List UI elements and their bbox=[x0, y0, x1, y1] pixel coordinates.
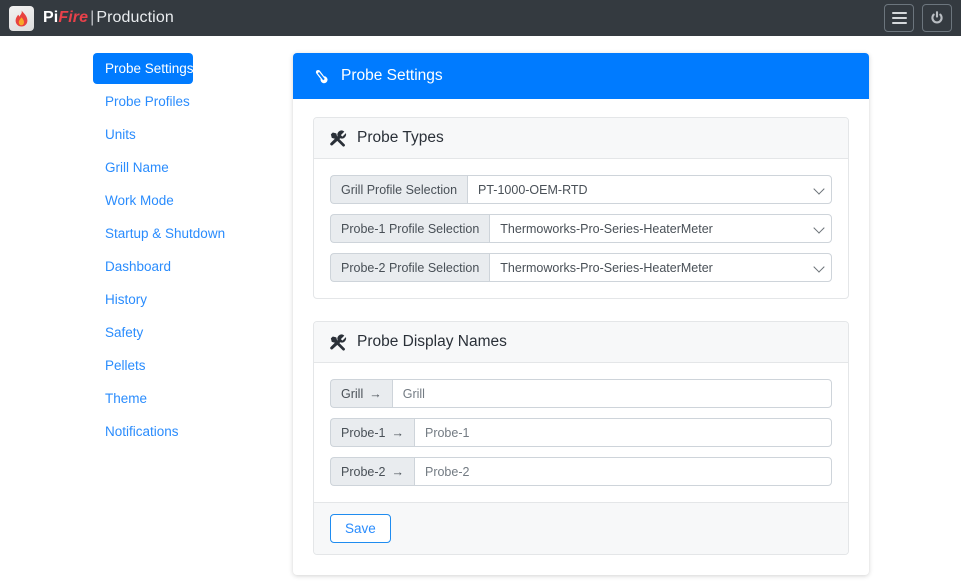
chevron-down-icon bbox=[813, 182, 825, 195]
sidebar-item-startup-shutdown[interactable]: Startup & Shutdown bbox=[93, 218, 225, 249]
probe1-profile-value: Thermoworks-Pro-Series-HeaterMeter bbox=[500, 221, 713, 236]
grill-name-input[interactable]: Grill bbox=[391, 379, 832, 408]
sidebar-item-work-mode[interactable]: Work Mode bbox=[93, 185, 193, 216]
sidebar-item-probe-settings[interactable]: Probe Settings bbox=[93, 53, 194, 84]
grill-name-label-text: Grill bbox=[341, 386, 364, 401]
grill-profile-value: PT-1000-OEM-RTD bbox=[478, 182, 588, 197]
probe-types-header: Probe Types bbox=[314, 118, 848, 159]
brand-pi-text: Pi bbox=[43, 9, 59, 26]
probe-display-names-body: Grill → Grill Probe-1 → Probe-1 Probe-2 … bbox=[314, 363, 848, 502]
brand[interactable]: PiFire | Production bbox=[9, 5, 884, 31]
sidebar-item-notifications[interactable]: Notifications bbox=[93, 416, 193, 447]
probe-display-names-header: Probe Display Names bbox=[314, 322, 848, 363]
brand-fire-text: Fire bbox=[58, 9, 89, 26]
probe1-profile-select[interactable]: Thermoworks-Pro-Series-HeaterMeter bbox=[489, 214, 832, 243]
probe2-profile-label: Probe-2 Profile Selection bbox=[330, 253, 490, 282]
grill-profile-label: Grill Profile Selection bbox=[330, 175, 468, 204]
probe2-profile-row: Probe-2 Profile Selection Thermoworks-Pr… bbox=[330, 253, 832, 282]
sidebar: Probe Settings Probe Profiles Units Gril… bbox=[0, 53, 225, 575]
probe2-profile-value: Thermoworks-Pro-Series-HeaterMeter bbox=[500, 260, 713, 275]
power-icon bbox=[930, 10, 944, 26]
save-button[interactable]: Save bbox=[330, 514, 391, 543]
grill-name-label: Grill → bbox=[330, 379, 392, 408]
card-body: Probe Types Grill Profile Selection PT-1… bbox=[293, 99, 869, 575]
sidebar-nav-list: Probe Settings Probe Profiles Units Gril… bbox=[93, 53, 225, 447]
page-title: Probe Settings bbox=[341, 67, 443, 84]
sidebar-item-safety[interactable]: Safety bbox=[93, 317, 193, 348]
arrow-right-icon: → bbox=[369, 386, 382, 401]
probe2-name-row: Probe-2 → Probe-2 bbox=[330, 457, 832, 486]
chevron-down-icon bbox=[813, 221, 825, 234]
page-body: Probe Settings Probe Profiles Units Gril… bbox=[0, 36, 961, 575]
sidebar-item-history[interactable]: History bbox=[93, 284, 193, 315]
sidebar-item-pellets[interactable]: Pellets bbox=[93, 350, 193, 381]
thermometer-icon bbox=[313, 68, 330, 85]
probe-display-names-section: Probe Display Names Grill → Grill Probe-… bbox=[313, 321, 849, 555]
hamburger-icon bbox=[891, 9, 907, 27]
main-content: Probe Settings Probe Types Grill Profile… bbox=[193, 53, 961, 575]
probe-settings-card: Probe Settings Probe Types Grill Profile… bbox=[293, 53, 869, 575]
probe1-profile-label: Probe-1 Profile Selection bbox=[330, 214, 490, 243]
probe-display-names-title: Probe Display Names bbox=[357, 333, 507, 350]
sidebar-item-theme[interactable]: Theme bbox=[93, 383, 193, 414]
flame-icon bbox=[9, 5, 34, 31]
brand-text: PiFire | Production bbox=[43, 9, 174, 27]
probe2-profile-select[interactable]: Thermoworks-Pro-Series-HeaterMeter bbox=[489, 253, 832, 282]
card-header: Probe Settings bbox=[293, 53, 869, 99]
probe1-profile-row: Probe-1 Profile Selection Thermoworks-Pr… bbox=[330, 214, 832, 243]
grill-name-row: Grill → Grill bbox=[330, 379, 832, 408]
top-navbar: PiFire | Production bbox=[0, 0, 961, 36]
grill-profile-select[interactable]: PT-1000-OEM-RTD bbox=[467, 175, 832, 204]
probe1-name-label-text: Probe-1 bbox=[341, 425, 386, 440]
sidebar-item-grill-name[interactable]: Grill Name bbox=[93, 152, 193, 183]
probe-display-names-footer: Save bbox=[314, 502, 848, 554]
grill-profile-row: Grill Profile Selection PT-1000-OEM-RTD bbox=[330, 175, 832, 204]
probe1-name-row: Probe-1 → Probe-1 bbox=[330, 418, 832, 447]
probe-types-body: Grill Profile Selection PT-1000-OEM-RTD … bbox=[314, 159, 848, 298]
navbar-actions bbox=[884, 4, 952, 32]
probe1-name-input[interactable]: Probe-1 bbox=[413, 418, 832, 447]
probe2-name-label-text: Probe-2 bbox=[341, 464, 386, 479]
probe1-name-label: Probe-1 → bbox=[330, 418, 414, 447]
tools-icon bbox=[330, 333, 347, 351]
brand-environment: Production bbox=[96, 9, 174, 26]
probe1-name-value: Probe-1 bbox=[424, 425, 470, 440]
probe2-name-input[interactable]: Probe-2 bbox=[413, 457, 832, 486]
probe-types-title: Probe Types bbox=[357, 129, 444, 146]
arrow-right-icon: → bbox=[391, 464, 404, 479]
probe2-name-label: Probe-2 → bbox=[330, 457, 414, 486]
grill-name-value: Grill bbox=[402, 386, 425, 401]
probe-types-section: Probe Types Grill Profile Selection PT-1… bbox=[313, 117, 849, 299]
sidebar-item-probe-profiles[interactable]: Probe Profiles bbox=[93, 86, 193, 117]
menu-toggle-button[interactable] bbox=[884, 4, 914, 32]
sidebar-item-units[interactable]: Units bbox=[93, 119, 193, 150]
sidebar-item-dashboard[interactable]: Dashboard bbox=[93, 251, 193, 282]
chevron-down-icon bbox=[813, 260, 825, 273]
arrow-right-icon: → bbox=[391, 425, 404, 440]
probe2-name-value: Probe-2 bbox=[424, 464, 470, 479]
power-button[interactable] bbox=[922, 4, 952, 32]
tools-icon bbox=[330, 129, 347, 147]
